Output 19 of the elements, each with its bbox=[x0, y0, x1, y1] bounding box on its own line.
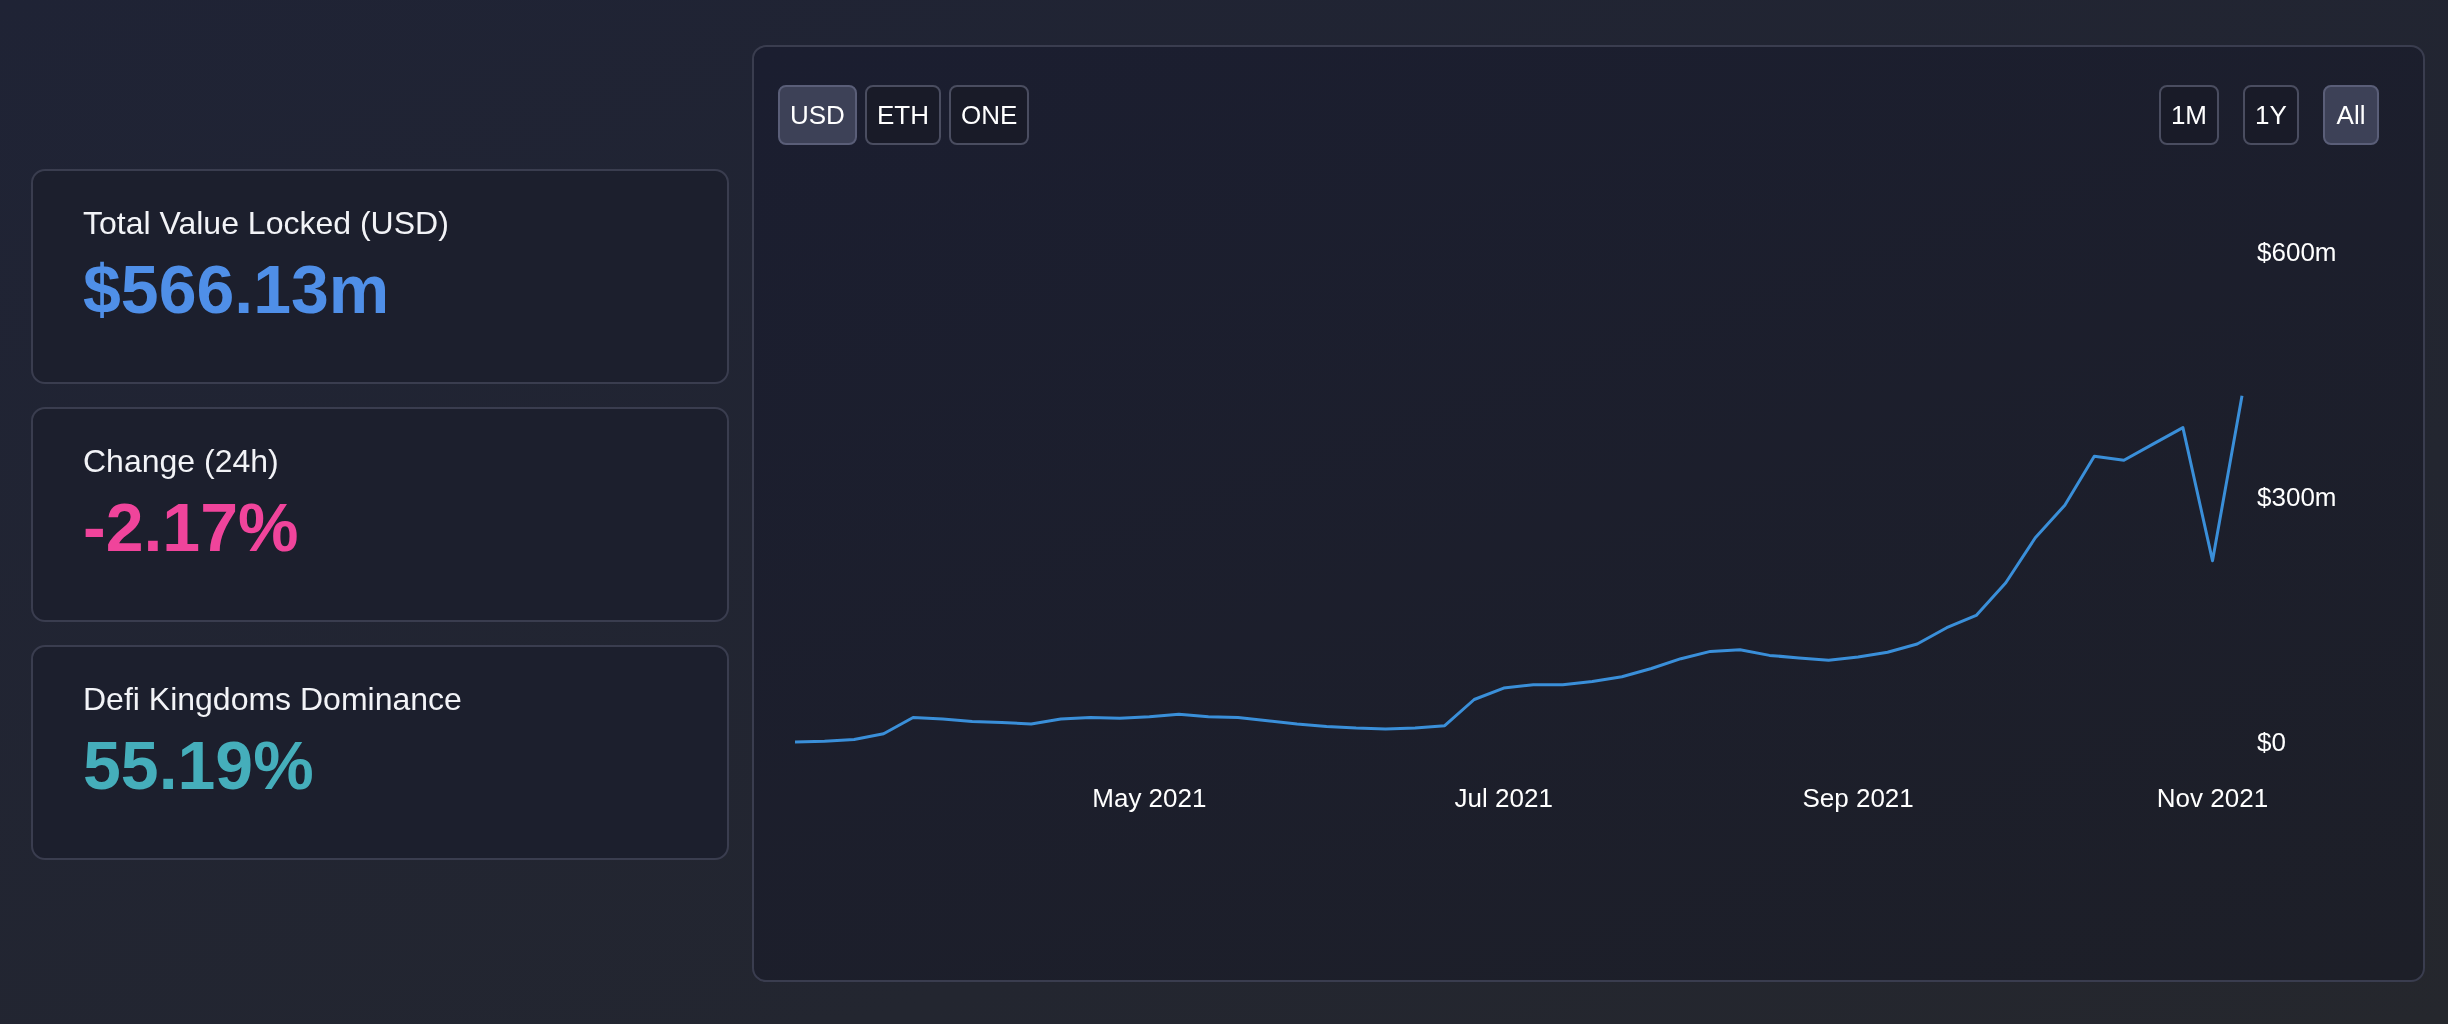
currency-button[interactable]: ETH bbox=[864, 85, 941, 145]
stat-label: Total Value Locked (USD) bbox=[83, 205, 449, 242]
y-axis-label: $0 bbox=[2257, 727, 2286, 757]
y-axis-label: $300m bbox=[2257, 482, 2337, 512]
x-axis-label: May 2021 bbox=[1092, 783, 1207, 813]
stat-value: -2.17% bbox=[83, 488, 299, 566]
x-axis-label: Nov 2021 bbox=[2156, 783, 2269, 813]
stat-value: 55.19% bbox=[83, 726, 314, 804]
stat-value: $566.13m bbox=[83, 250, 390, 328]
currency-button[interactable]: USD bbox=[778, 85, 857, 145]
time-range-button[interactable]: 1Y bbox=[2243, 85, 2299, 145]
currency-button[interactable]: ONE bbox=[948, 85, 1030, 145]
stat-label: Defi Kingdoms Dominance bbox=[83, 681, 462, 718]
x-axis-label: Jul 2021 bbox=[1454, 783, 1553, 813]
y-axis-label: $600m bbox=[2257, 237, 2337, 267]
stat-label: Change (24h) bbox=[83, 443, 279, 480]
time-range-button[interactable]: 1M bbox=[2158, 85, 2219, 145]
x-axis-label: Sep 2021 bbox=[1802, 783, 1914, 813]
time-range-button[interactable]: All bbox=[2323, 85, 2379, 145]
